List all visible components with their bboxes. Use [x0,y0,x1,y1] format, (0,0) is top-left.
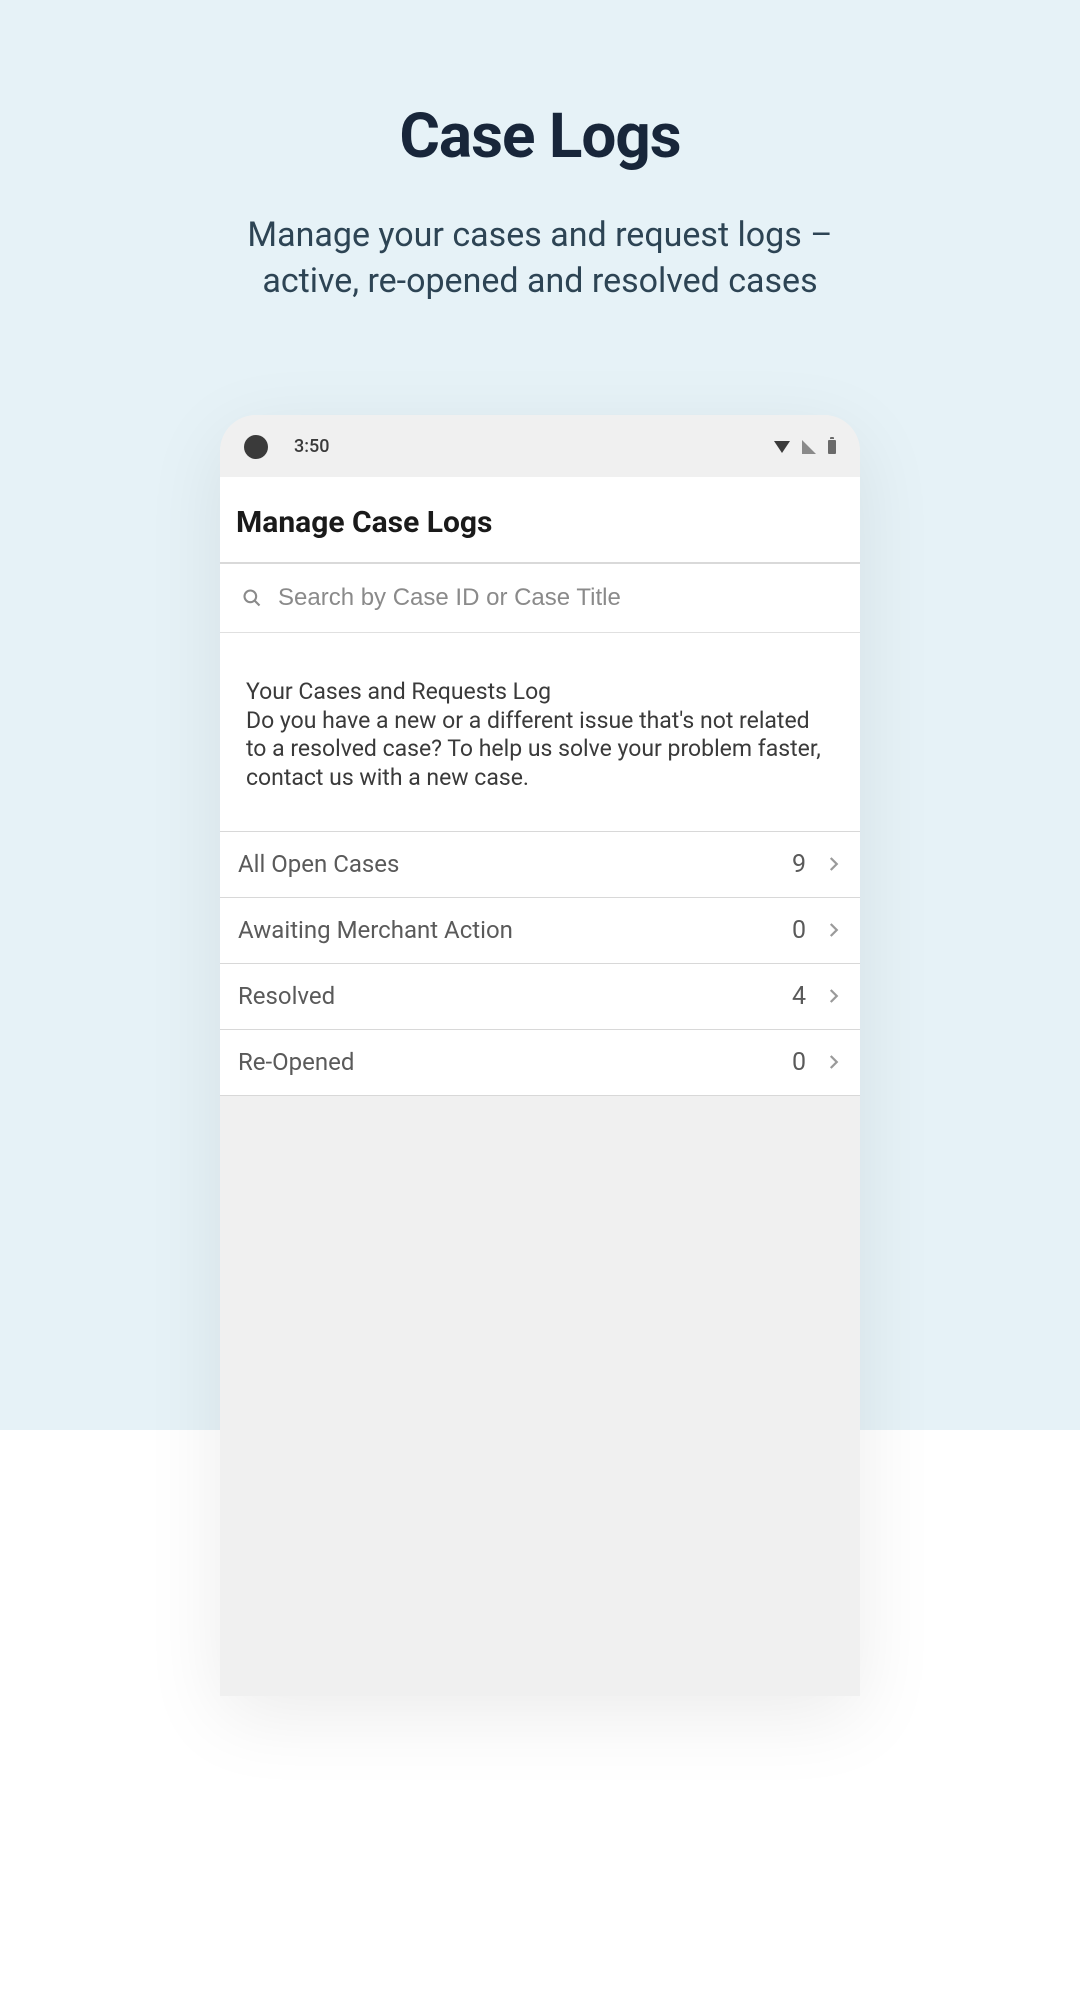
battery-icon [828,440,836,454]
search-bar[interactable] [220,564,860,633]
case-count: 9 [792,850,806,879]
status-bar-left: 3:50 [244,435,329,459]
case-count: 4 [792,982,806,1011]
page-title: Manage Case Logs [236,505,844,540]
case-count: 0 [792,916,806,945]
app-header: Manage Case Logs [220,477,860,564]
info-section: Your Cases and Requests Log Do you have … [220,633,860,831]
empty-area [220,1096,860,1696]
case-count: 0 [792,1048,806,1077]
info-title: Your Cases and Requests Log [246,677,834,707]
hero-subtitle: Manage your cases and request logs – act… [200,213,880,305]
signal-icon [802,440,816,454]
phone-frame: 3:50 Manage Case Logs Your Cases and R [220,415,860,1696]
camera-dot-icon [244,435,268,459]
case-row-resolved[interactable]: Resolved 4 [220,964,860,1030]
chevron-right-icon [824,921,842,939]
status-bar-right [774,440,836,454]
case-label: Re-Opened [238,1048,792,1076]
case-label: All Open Cases [238,850,792,878]
page-container: Case Logs Manage your cases and request … [0,0,1080,2014]
chevron-right-icon [824,1053,842,1071]
case-row-all-open[interactable]: All Open Cases 9 [220,832,860,898]
search-icon [242,588,262,608]
app-content: Manage Case Logs Your Cases and Requests… [220,477,860,1696]
chevron-right-icon [824,855,842,873]
case-row-reopened[interactable]: Re-Opened 0 [220,1030,860,1096]
case-list: All Open Cases 9 Awaiting Merchant Actio… [220,831,860,1096]
chevron-right-icon [824,987,842,1005]
hero-title: Case Logs [0,100,1080,173]
wifi-icon [774,441,790,453]
case-row-awaiting-merchant[interactable]: Awaiting Merchant Action 0 [220,898,860,964]
search-input[interactable] [278,584,838,612]
status-bar: 3:50 [220,415,860,477]
case-label: Awaiting Merchant Action [238,916,792,944]
status-time: 3:50 [294,436,329,457]
info-text: Do you have a new or a different issue t… [246,707,834,793]
case-label: Resolved [238,982,792,1010]
